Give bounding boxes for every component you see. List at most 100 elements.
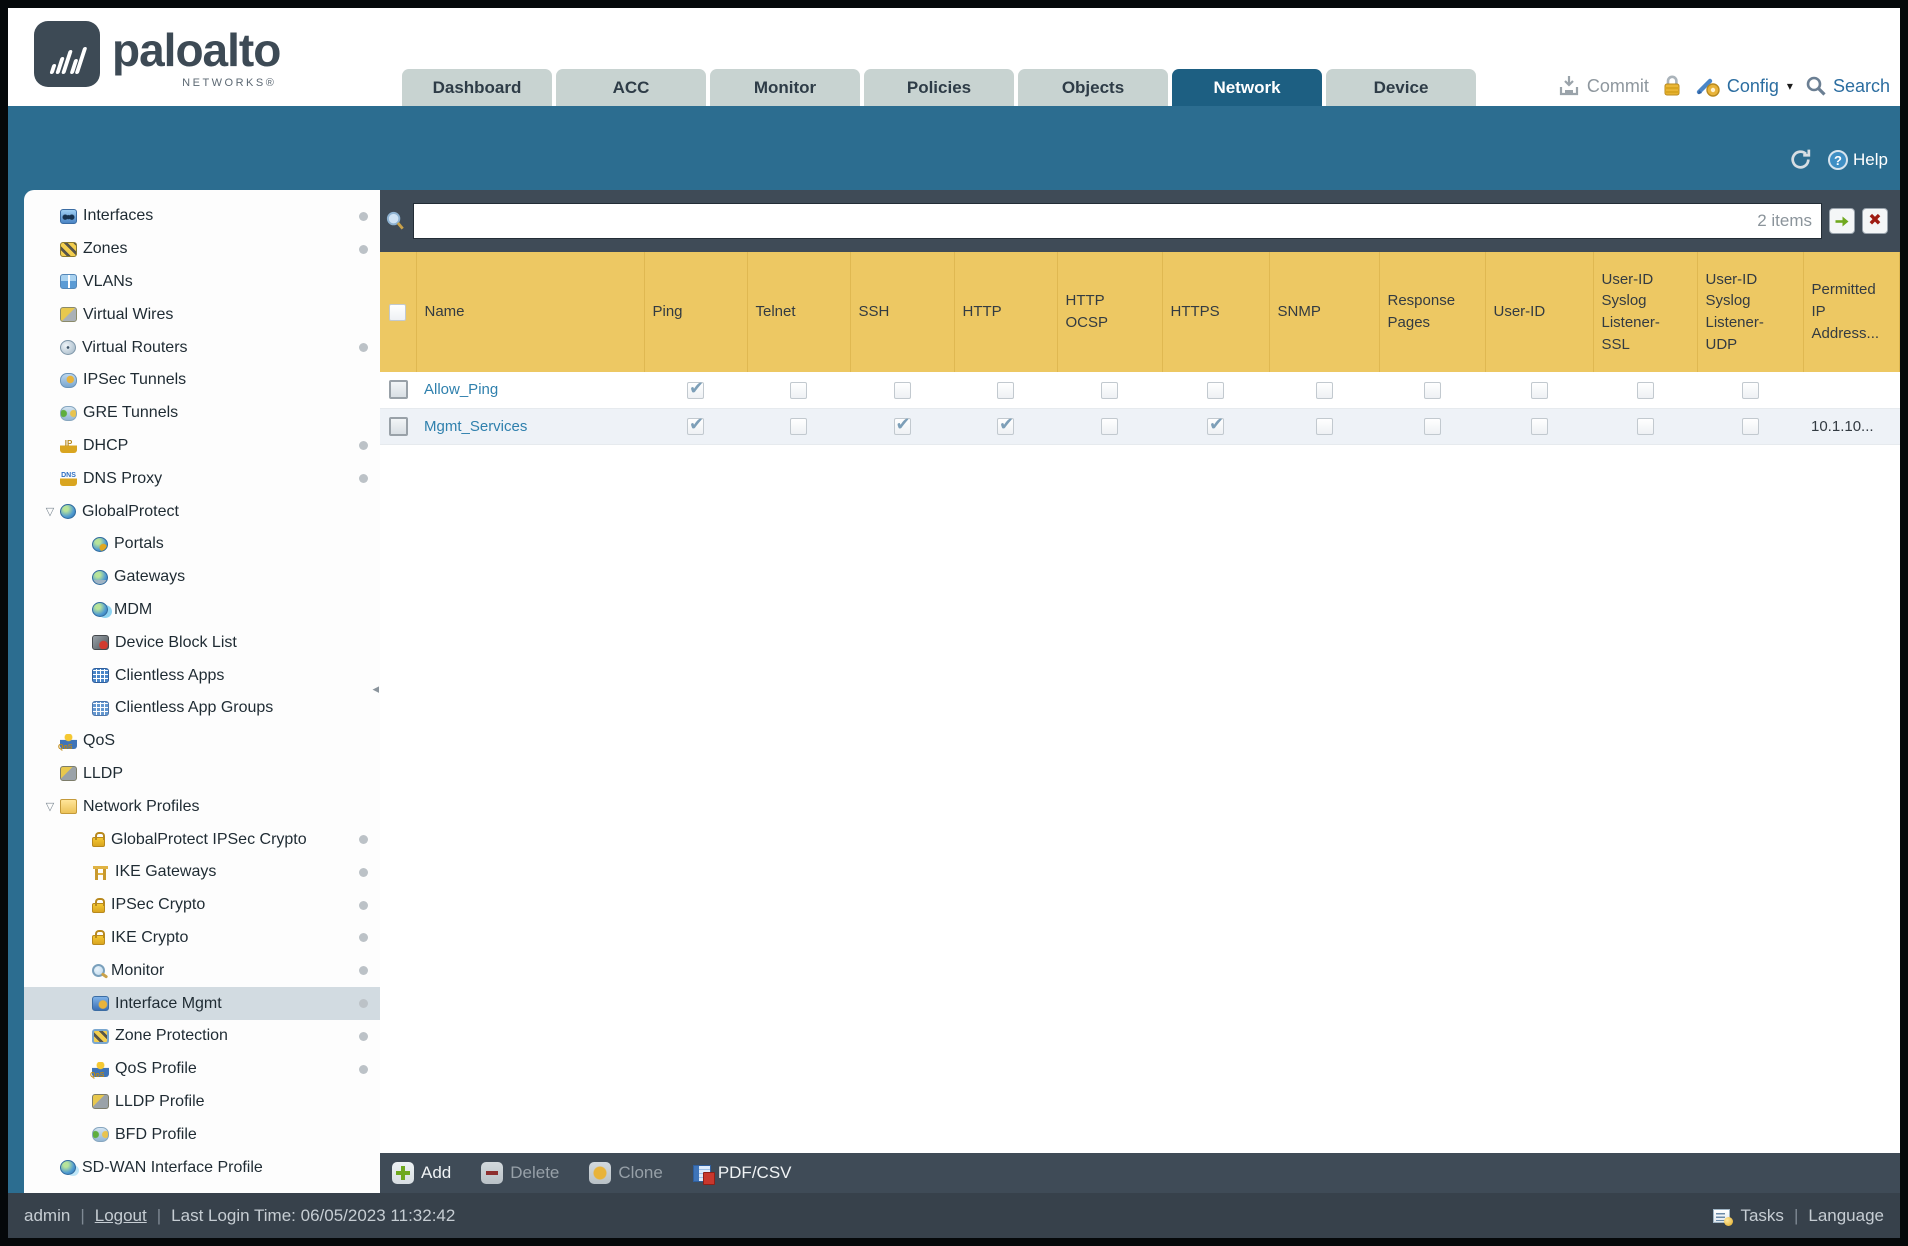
lock-icon[interactable] <box>1661 74 1683 98</box>
filter-input[interactable] <box>413 203 1822 239</box>
sidebar-item-portals[interactable]: ▽ Portals <box>24 528 380 561</box>
sidebar-item-ipsec-tunnels[interactable]: ▽ IPSec Tunnels <box>24 364 380 397</box>
sidebar-item-ike-crypto[interactable]: ▽ IKE Crypto <box>24 922 380 955</box>
sidebar-item-bfd-profile[interactable]: ▽ BFD Profile <box>24 1118 380 1151</box>
column-header-response[interactable]: Response Pages <box>1379 252 1486 372</box>
sidebar-item-globalprotect-ipsec-crypto[interactable]: ▽ GlobalProtect IPSec Crypto <box>24 823 380 856</box>
language-button[interactable]: Language <box>1808 1206 1884 1226</box>
feature-checkbox[interactable] <box>790 417 807 435</box>
feature-checkbox[interactable] <box>1101 417 1118 435</box>
sidebar-item-network-profiles[interactable]: ▽ Network Profiles <box>24 790 380 823</box>
feature-checkbox[interactable] <box>997 381 1014 399</box>
tab-monitor[interactable]: Monitor <box>710 69 860 106</box>
column-header-http[interactable]: HTTP OCSP <box>1057 252 1163 372</box>
profile-name-link[interactable]: Mgmt_Services <box>424 418 527 435</box>
column-header-permitted[interactable]: Permitted IP Address... <box>1803 252 1900 372</box>
tab-objects[interactable]: Objects <box>1018 69 1168 106</box>
item-options-dot[interactable] <box>359 966 368 976</box>
column-header-user-id[interactable]: User-ID <box>1485 252 1594 372</box>
feature-checkbox[interactable] <box>790 381 807 399</box>
sidebar-item-lldp-profile[interactable]: ▽ LLDP Profile <box>24 1086 380 1119</box>
sidebar-item-zones[interactable]: ▽ Zones <box>24 233 380 266</box>
item-options-dot[interactable] <box>359 244 368 254</box>
item-options-dot[interactable] <box>359 1031 368 1041</box>
item-options-dot[interactable] <box>359 441 368 451</box>
item-options-dot[interactable] <box>359 867 368 877</box>
column-header-telnet[interactable]: Telnet <box>747 252 851 372</box>
tasks-button[interactable]: Tasks <box>1740 1206 1783 1226</box>
clone-button[interactable]: Clone <box>589 1162 663 1184</box>
feature-checkbox[interactable] <box>1741 381 1759 399</box>
item-options-dot[interactable] <box>359 211 368 221</box>
row-checkbox[interactable] <box>388 380 408 400</box>
select-all-checkbox[interactable] <box>389 303 407 321</box>
column-header-http[interactable]: HTTP <box>954 252 1058 372</box>
feature-checkbox[interactable] <box>1636 381 1654 399</box>
delete-button[interactable]: Delete <box>481 1162 559 1184</box>
help-button[interactable]: ? Help <box>1828 149 1888 170</box>
feature-checkbox[interactable] <box>1530 381 1548 399</box>
row-checkbox[interactable] <box>388 416 408 436</box>
feature-checkbox[interactable] <box>1315 381 1333 399</box>
feature-checkbox[interactable] <box>893 381 911 399</box>
feature-checkbox[interactable] <box>1315 417 1333 435</box>
sidebar-item-clientless-app-groups[interactable]: ▽ Clientless App Groups <box>24 692 380 725</box>
item-options-dot[interactable] <box>359 900 368 910</box>
sidebar-item-qos-profile[interactable]: ▽ QoS Profile <box>24 1053 380 1086</box>
sidebar-item-gateways[interactable]: ▽ Gateways <box>24 561 380 594</box>
feature-checkbox[interactable] <box>893 414 911 435</box>
sidebar-item-gre-tunnels[interactable]: ▽ GRE Tunnels <box>24 397 380 430</box>
sidebar-item-virtual-wires[interactable]: ▽ Virtual Wires <box>24 298 380 331</box>
sidebar-item-sd-wan-interface-profile[interactable]: ▽ SD-WAN Interface Profile <box>24 1151 380 1184</box>
column-header-name[interactable]: Name <box>416 252 645 372</box>
tab-device[interactable]: Device <box>1326 69 1476 106</box>
sidebar-item-dhcp[interactable]: ▽ DHCP <box>24 430 380 463</box>
feature-checkbox[interactable] <box>687 378 704 399</box>
column-header-user-id[interactable]: User-ID Syslog Listener- SSL <box>1593 252 1698 372</box>
expand-caret[interactable]: ▽ <box>40 800 60 813</box>
sidebar-item-zone-protection[interactable]: ▽ Zone Protection <box>24 1020 380 1053</box>
column-header-snmp[interactable]: SNMP <box>1269 252 1380 372</box>
sidebar-item-mdm[interactable]: ▽ MDM <box>24 594 380 627</box>
expand-caret[interactable]: ▽ <box>40 505 60 518</box>
item-options-dot[interactable] <box>359 835 368 845</box>
feature-checkbox[interactable] <box>1636 417 1654 435</box>
refresh-icon[interactable] <box>1787 147 1814 172</box>
tab-network[interactable]: Network <box>1172 69 1322 106</box>
item-options-dot[interactable] <box>359 1064 368 1074</box>
sidebar-item-globalprotect[interactable]: ▽ GlobalProtect <box>24 495 380 528</box>
config-menu[interactable]: Config ▾ <box>1695 74 1793 98</box>
feature-checkbox[interactable] <box>1423 381 1441 399</box>
item-options-dot[interactable] <box>359 343 368 353</box>
profile-name-link[interactable]: Allow_Ping <box>424 381 498 398</box>
column-header-https[interactable]: HTTPS <box>1162 252 1270 372</box>
feature-checkbox[interactable] <box>1741 417 1759 435</box>
feature-checkbox[interactable] <box>687 414 704 435</box>
sidebar-collapse-arrow[interactable]: ◂ <box>372 681 379 697</box>
sidebar-item-ike-gateways[interactable]: ▽ IKE Gateways <box>24 856 380 889</box>
commit-button[interactable]: Commit <box>1557 75 1649 97</box>
item-options-dot[interactable] <box>359 474 368 484</box>
feature-checkbox[interactable] <box>1530 417 1548 435</box>
sidebar-item-device-block-list[interactable]: ▽ Device Block List <box>24 626 380 659</box>
sidebar-item-dns-proxy[interactable]: ▽ DNS Proxy <box>24 462 380 495</box>
column-header-user-id[interactable]: User-ID Syslog Listener- UDP <box>1697 252 1804 372</box>
clear-filter-button[interactable]: ✖ <box>1862 208 1888 234</box>
feature-checkbox[interactable] <box>1423 417 1441 435</box>
sidebar-item-ipsec-crypto[interactable]: ▽ IPSec Crypto <box>24 889 380 922</box>
column-header-ping[interactable]: Ping <box>644 252 748 372</box>
add-button[interactable]: Add <box>392 1162 451 1184</box>
pdf-csv-button[interactable]: PDF/CSV <box>692 1163 792 1185</box>
tab-dashboard[interactable]: Dashboard <box>402 69 552 106</box>
feature-checkbox[interactable] <box>1101 381 1118 399</box>
sidebar-item-lldp[interactable]: ▽ LLDP <box>24 758 380 791</box>
sidebar-item-interface-mgmt[interactable]: ▽ Interface Mgmt <box>24 987 380 1020</box>
column-header-ssh[interactable]: SSH <box>850 252 955 372</box>
feature-checkbox[interactable] <box>1207 381 1224 399</box>
logout-link[interactable]: Logout <box>95 1206 147 1226</box>
tab-acc[interactable]: ACC <box>556 69 706 106</box>
item-options-dot[interactable] <box>359 999 368 1009</box>
search-button[interactable]: Search <box>1805 75 1890 97</box>
sidebar-item-virtual-routers[interactable]: ▽ Virtual Routers <box>24 331 380 364</box>
apply-filter-button[interactable] <box>1829 208 1855 234</box>
